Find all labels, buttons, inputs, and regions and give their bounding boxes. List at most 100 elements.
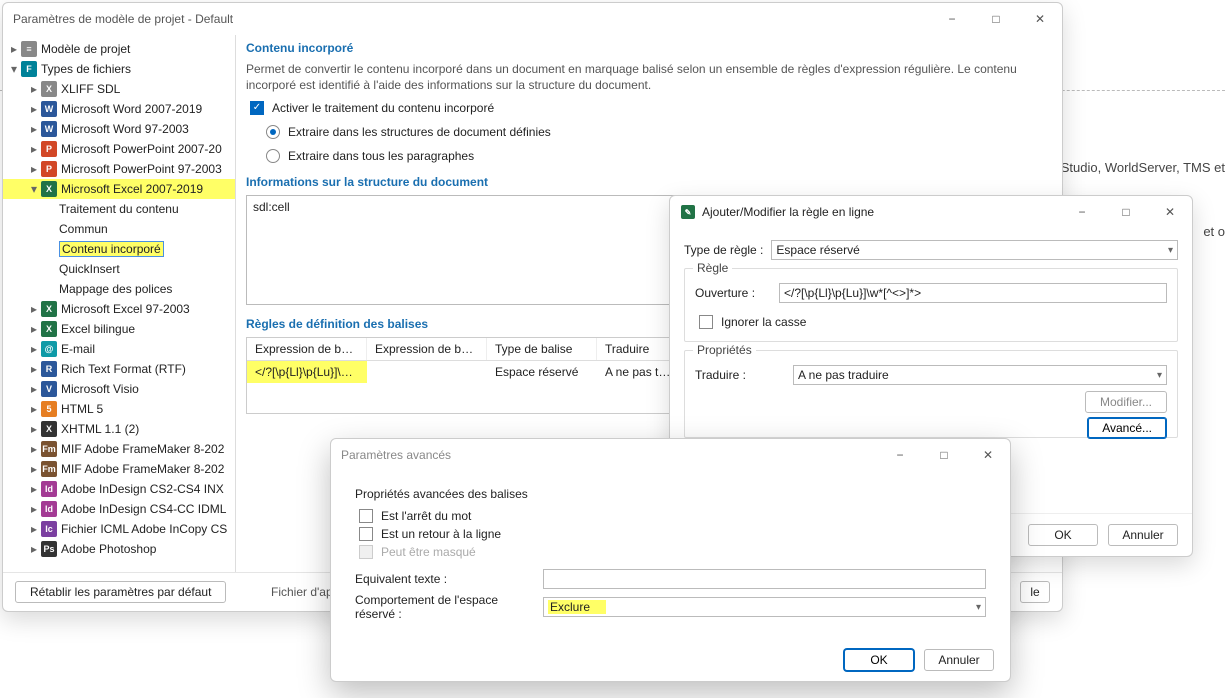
minimize-button[interactable]: − [930,3,974,35]
tree-item[interactable]: ▸WMicrosoft Word 97-2003 [3,119,235,139]
behaviour-combo[interactable]: Exclure ▾ [543,597,986,617]
tree-label: Microsoft PowerPoint 2007-20 [61,142,222,156]
chevron-right-icon[interactable]: ▸ [27,482,41,496]
maximize-button[interactable]: □ [922,439,966,471]
email-icon: @ [41,341,57,357]
chevron-right-icon[interactable]: ▸ [27,102,41,116]
chevron-right-icon[interactable]: ▸ [27,502,41,516]
close-button[interactable]: ✕ [1018,3,1062,35]
radio-structures-row[interactable]: Extraire dans les structures de document… [246,123,1050,141]
tree-subitem[interactable]: Commun [3,219,235,239]
tree-item[interactable]: ▸XMicrosoft Excel 97-2003 [3,299,235,319]
radio-structures[interactable] [266,125,280,139]
ok-button[interactable]: OK [844,649,914,671]
chevron-right-icon[interactable]: ▸ [27,442,41,456]
adv-properties-group: Propriétés avancées des balises Est l'ar… [349,483,992,629]
tree-panel[interactable]: ▸ ≡ Modèle de projet ▾ F Types de fichie… [3,35,236,572]
tree-item[interactable]: ▸WMicrosoft Word 2007-2019 [3,99,235,119]
chevron-right-icon[interactable]: ▸ [27,302,41,316]
translate-row: Traduire : A ne pas traduire ▾ [695,365,1167,385]
equiv-textbox[interactable] [543,569,986,589]
tree-item-excel2007[interactable]: ▾XMicrosoft Excel 2007-2019 [3,179,235,199]
opening-textbox[interactable]: </?[\p{Ll}\p{Lu}]\w*[^<>]*> [779,283,1167,303]
tree-label: Microsoft PowerPoint 97-2003 [61,162,222,176]
chevron-right-icon[interactable]: ▸ [27,362,41,376]
radio-all[interactable] [266,149,280,163]
tree-item[interactable]: ▸FmMIF Adobe FrameMaker 8-202 [3,439,235,459]
tree-item[interactable]: ▸PMicrosoft PowerPoint 2007-20 [3,139,235,159]
ignore-case-row[interactable]: Ignorer la casse [695,313,1167,331]
indesign-icon: Id [41,501,57,517]
stopword-checkbox[interactable] [359,509,373,523]
footer-le-button[interactable]: le [1020,581,1050,603]
ok-button[interactable]: OK [1028,524,1098,546]
col-close-expr[interactable]: Expression de bali… [367,338,487,360]
framemaker-icon: Fm [41,441,57,457]
tree-item[interactable]: ▸PMicrosoft PowerPoint 97-2003 [3,159,235,179]
cancel-button[interactable]: Annuler [1108,524,1178,546]
tree-item[interactable]: ▸PsAdobe Photoshop [3,539,235,559]
tree-subitem[interactable]: Mappage des polices [3,279,235,299]
tree-item[interactable]: ▸XXLIFF SDL [3,79,235,99]
chevron-down-icon[interactable]: ▾ [7,62,21,76]
tree-subitem[interactable]: Traitement du contenu [3,199,235,219]
excel-icon: X [41,181,57,197]
modify-button[interactable]: Modifier... [1085,391,1167,413]
chevron-right-icon[interactable]: ▸ [27,322,41,336]
ignore-case-label: Ignorer la casse [721,315,806,329]
chevron-right-icon[interactable]: ▸ [27,522,41,536]
radio-all-row[interactable]: Extraire dans tous les paragraphes [246,147,1050,165]
chevron-right-icon[interactable]: ▸ [27,462,41,476]
minimize-button[interactable]: − [1060,196,1104,228]
linebreak-checkbox[interactable] [359,527,373,541]
tree-item[interactable]: ▸IdAdobe InDesign CS4-CC IDML [3,499,235,519]
translate-combo[interactable]: A ne pas traduire ▾ [793,365,1167,385]
chevron-down-icon[interactable]: ▾ [27,182,41,196]
tree-item[interactable]: ▸VMicrosoft Visio [3,379,235,399]
radio-label: Extraire dans tous les paragraphes [288,149,474,163]
activate-checkbox[interactable]: ✓ [250,101,264,115]
col-tag-type[interactable]: Type de balise [487,338,597,360]
tree-item[interactable]: ▸XExcel bilingue [3,319,235,339]
ignore-case-checkbox[interactable] [699,315,713,329]
tree-item[interactable]: ▸IcFichier ICML Adobe InCopy CS [3,519,235,539]
chevron-right-icon[interactable]: ▸ [27,422,41,436]
linebreak-row[interactable]: Est un retour à la ligne [355,525,986,543]
tree-subitem[interactable]: QuickInsert [3,259,235,279]
rule-type-combo[interactable]: Espace réservé ▾ [771,240,1178,260]
tree-item[interactable]: ▸IdAdobe InDesign CS2-CS4 INX [3,479,235,499]
tree-item[interactable]: ▸RRich Text Format (RTF) [3,359,235,379]
advanced-button[interactable]: Avancé... [1087,417,1167,439]
tree-root[interactable]: ▸ ≡ Modèle de projet [3,39,235,59]
tree-label: MIF Adobe FrameMaker 8-202 [61,462,224,476]
chevron-right-icon[interactable]: ▸ [7,42,21,56]
tree-label: Types de fichiers [41,62,131,76]
chevron-right-icon[interactable]: ▸ [27,542,41,556]
stopword-row[interactable]: Est l'arrêt du mot [355,507,986,525]
close-button[interactable]: ✕ [1148,196,1192,228]
cancel-button[interactable]: Annuler [924,649,994,671]
tree-types[interactable]: ▾ F Types de fichiers [3,59,235,79]
activate-row[interactable]: ✓ Activer le traitement du contenu incor… [246,99,1050,117]
col-open-expr[interactable]: Expression de bali… [247,338,367,360]
chevron-right-icon[interactable]: ▸ [27,402,41,416]
tree-item[interactable]: ▸XXHTML 1.1 (2) [3,419,235,439]
chevron-right-icon[interactable]: ▸ [27,342,41,356]
tree-item[interactable]: ▸@E-mail [3,339,235,359]
chevron-right-icon[interactable]: ▸ [27,382,41,396]
tree-label: Contenu incorporé [59,241,164,257]
window-title: Paramètres de modèle de projet - Default [13,12,930,26]
maximize-button[interactable]: □ [974,3,1018,35]
tree-item[interactable]: ▸FmMIF Adobe FrameMaker 8-202 [3,459,235,479]
tree-subitem-embedded-content[interactable]: Contenu incorporé [3,239,235,259]
maximize-button[interactable]: □ [1104,196,1148,228]
excel-icon: X [41,301,57,317]
chevron-right-icon[interactable]: ▸ [27,82,41,96]
chevron-right-icon[interactable]: ▸ [27,162,41,176]
tree-item[interactable]: ▸5HTML 5 [3,399,235,419]
chevron-right-icon[interactable]: ▸ [27,122,41,136]
reset-defaults-button[interactable]: Rétablir les paramètres par défaut [15,581,226,603]
close-button[interactable]: ✕ [966,439,1010,471]
chevron-right-icon[interactable]: ▸ [27,142,41,156]
minimize-button[interactable]: − [878,439,922,471]
